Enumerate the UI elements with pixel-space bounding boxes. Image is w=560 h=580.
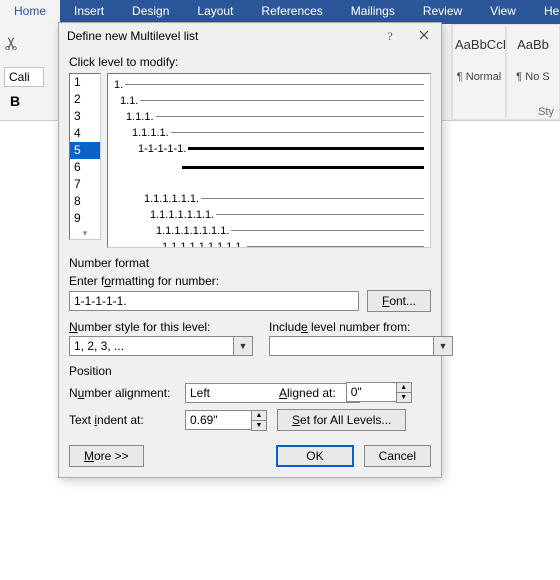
- include-level-combo[interactable]: ▼: [269, 336, 453, 356]
- multilevel-list-dialog: Define new Multilevel list ? Click level…: [58, 22, 442, 478]
- cut-icon[interactable]: [4, 36, 18, 50]
- number-style-combo[interactable]: ▼: [69, 336, 253, 356]
- close-icon: [419, 30, 429, 40]
- preview-row: 1.1.1.1.1.1.1.1.1.: [114, 240, 424, 248]
- chevron-down-icon[interactable]: ▾: [70, 228, 100, 239]
- aligned-at-label: Aligned at:: [279, 386, 336, 400]
- number-alignment-label: Number alignment:: [69, 386, 175, 400]
- styles-group-label: Sty: [538, 106, 554, 118]
- chevron-down-icon[interactable]: ▼: [233, 336, 253, 356]
- level-item-5[interactable]: 5: [70, 142, 100, 159]
- font-name-combo[interactable]: Cali: [4, 67, 44, 87]
- include-level-label: Include level number from:: [269, 320, 453, 334]
- preview-row: 1.: [114, 78, 424, 91]
- dialog-title: Define new Multilevel list: [67, 29, 373, 43]
- close-button[interactable]: [407, 23, 441, 49]
- set-for-all-levels-button[interactable]: Set for All Levels...: [277, 409, 406, 431]
- font-button[interactable]: Font...: [367, 290, 431, 312]
- spinner-buttons[interactable]: ▲▼: [251, 410, 267, 431]
- ribbon-tab-review[interactable]: Review: [409, 0, 476, 24]
- level-item-3[interactable]: 3: [70, 108, 100, 125]
- level-item-1[interactable]: 1: [70, 74, 100, 91]
- level-listbox[interactable]: 123456789▾: [69, 73, 101, 240]
- position-group-label: Position: [69, 364, 431, 378]
- ribbon-tab-design[interactable]: Design: [118, 0, 183, 24]
- level-item-2[interactable]: 2: [70, 91, 100, 108]
- preview-row: 1.1.1.1.1.1.1.1.: [114, 224, 424, 237]
- enter-formatting-label: Enter formatting for number:: [69, 274, 431, 288]
- preview-row: 1.1.: [114, 94, 424, 107]
- preview-row: 1-1-1-1-1.: [114, 142, 424, 155]
- spinner-buttons[interactable]: ▲▼: [396, 382, 412, 403]
- ribbon-tab-layout[interactable]: Layout: [183, 0, 247, 24]
- help-button[interactable]: ?: [373, 23, 407, 49]
- ribbon-tabs: HomeInsertDesignLayoutReferencesMailings…: [0, 0, 560, 24]
- cancel-button[interactable]: Cancel: [364, 445, 431, 467]
- text-indent-spinner[interactable]: ▲▼: [185, 410, 267, 431]
- ribbon-tab-mailings[interactable]: Mailings: [337, 0, 409, 24]
- aligned-at-spinner[interactable]: ▲▼: [346, 382, 412, 403]
- ok-button[interactable]: OK: [276, 445, 353, 467]
- style-normal[interactable]: AaBbCcDc ¶ Normal: [452, 24, 506, 120]
- list-preview: 1.1.1.1.1.1.1.1.1.1.1-1-1-1-1.1.1.1.1.1.…: [107, 73, 431, 248]
- preview-row: 1.1.1.: [114, 110, 424, 123]
- preview-row: 1.1.1.1.1.1.: [114, 192, 424, 205]
- preview-row: 1.1.1.1.: [114, 126, 424, 139]
- text-indent-label: Text indent at:: [69, 413, 175, 427]
- bold-button[interactable]: B: [4, 93, 48, 109]
- number-format-input[interactable]: [69, 291, 359, 311]
- number-style-label: Number style for this level:: [69, 320, 253, 334]
- chevron-down-icon[interactable]: ▼: [433, 336, 453, 356]
- ribbon-tab-help[interactable]: Help: [530, 0, 560, 24]
- number-format-group-label: Number format: [69, 256, 431, 270]
- level-item-9[interactable]: 9: [70, 210, 100, 227]
- ribbon-tab-references[interactable]: References: [247, 0, 336, 24]
- preview-row: [114, 177, 424, 189]
- click-level-label: Click level to modify:: [69, 55, 431, 69]
- level-item-7[interactable]: 7: [70, 176, 100, 193]
- dialog-titlebar: Define new Multilevel list ?: [59, 23, 441, 49]
- number-alignment-combo[interactable]: ▼: [185, 383, 269, 403]
- clipboard-font-group: Cali B: [4, 36, 48, 109]
- level-item-6[interactable]: 6: [70, 159, 100, 176]
- ribbon-tab-view[interactable]: View: [476, 0, 530, 24]
- ribbon-tab-insert[interactable]: Insert: [60, 0, 118, 24]
- level-item-4[interactable]: 4: [70, 125, 100, 142]
- more-button[interactable]: More >>: [69, 445, 144, 467]
- ribbon-tab-home[interactable]: Home: [0, 0, 60, 24]
- level-item-8[interactable]: 8: [70, 193, 100, 210]
- preview-row: 1.1.1.1.1.1.1.: [114, 208, 424, 221]
